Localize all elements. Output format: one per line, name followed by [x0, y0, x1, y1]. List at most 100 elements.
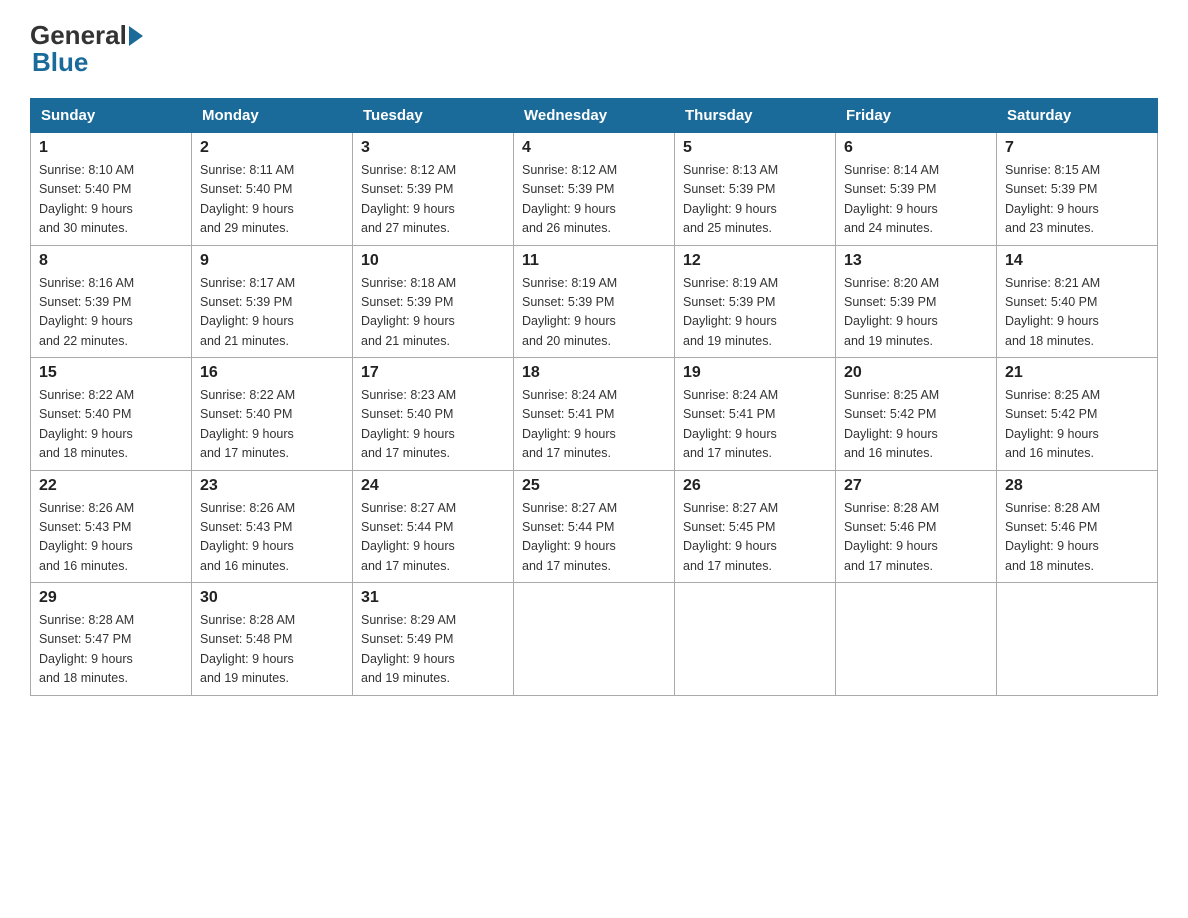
day-cell — [675, 583, 836, 696]
day-info: Sunrise: 8:24 AMSunset: 5:41 PMDaylight:… — [522, 386, 666, 464]
day-info: Sunrise: 8:28 AMSunset: 5:48 PMDaylight:… — [200, 611, 344, 689]
day-number: 19 — [683, 364, 827, 382]
day-info: Sunrise: 8:27 AMSunset: 5:44 PMDaylight:… — [522, 499, 666, 577]
day-info: Sunrise: 8:19 AMSunset: 5:39 PMDaylight:… — [683, 274, 827, 352]
day-info: Sunrise: 8:17 AMSunset: 5:39 PMDaylight:… — [200, 274, 344, 352]
day-info: Sunrise: 8:11 AMSunset: 5:40 PMDaylight:… — [200, 161, 344, 239]
week-row-3: 15 Sunrise: 8:22 AMSunset: 5:40 PMDayligh… — [31, 358, 1158, 471]
day-cell: 28Sunrise: 8:28 AMSunset: 5:46 PMDayligh… — [997, 470, 1158, 583]
day-info: Sunrise: 8:15 AMSunset: 5:39 PMDaylight:… — [1005, 161, 1149, 239]
day-info: Sunrise: 8:23 AMSunset: 5:40 PMDaylight:… — [361, 386, 505, 464]
calendar-body: 1 Sunrise: 8:10 AMSunset: 5:40 PMDaylight… — [31, 133, 1158, 696]
day-info: Sunrise: 8:22 AMSunset: 5:40 PMDaylight:… — [200, 386, 344, 464]
day-cell: 22Sunrise: 8:26 AMSunset: 5:43 PMDayligh… — [31, 470, 192, 583]
day-cell: 21 Sunrise: 8:25 AMSunset: 5:42 PMDayligh… — [997, 358, 1158, 471]
logo-arrow-icon — [129, 26, 143, 46]
day-info: Sunrise: 8:14 AMSunset: 5:39 PMDaylight:… — [844, 161, 988, 239]
day-info: Sunrise: 8:12 AMSunset: 5:39 PMDaylight:… — [522, 161, 666, 239]
day-cell — [836, 583, 997, 696]
day-info: Sunrise: 8:25 AMSunset: 5:42 PMDaylight:… — [1005, 386, 1149, 464]
day-info: Sunrise: 8:27 AMSunset: 5:45 PMDaylight:… — [683, 499, 827, 577]
day-cell: 9 Sunrise: 8:17 AMSunset: 5:39 PMDaylight… — [192, 245, 353, 358]
day-info: Sunrise: 8:28 AMSunset: 5:47 PMDaylight:… — [39, 611, 183, 689]
day-cell: 29 Sunrise: 8:28 AMSunset: 5:47 PMDayligh… — [31, 583, 192, 696]
day-cell: 20Sunrise: 8:25 AMSunset: 5:42 PMDayligh… — [836, 358, 997, 471]
day-number: 14 — [1005, 252, 1149, 270]
day-info: Sunrise: 8:24 AMSunset: 5:41 PMDaylight:… — [683, 386, 827, 464]
day-cell — [514, 583, 675, 696]
day-number: 2 — [200, 139, 344, 157]
calendar-table: SundayMondayTuesdayWednesdayThursdayFrid… — [30, 98, 1158, 696]
day-cell: 15 Sunrise: 8:22 AMSunset: 5:40 PMDayligh… — [31, 358, 192, 471]
day-number: 23 — [200, 477, 344, 495]
header-cell-saturday: Saturday — [997, 99, 1158, 133]
day-info: Sunrise: 8:26 AMSunset: 5:43 PMDaylight:… — [39, 499, 183, 577]
header-cell-tuesday: Tuesday — [353, 99, 514, 133]
day-cell: 24 Sunrise: 8:27 AMSunset: 5:44 PMDayligh… — [353, 470, 514, 583]
day-number: 7 — [1005, 139, 1149, 157]
day-number: 11 — [522, 252, 666, 270]
day-cell: 10 Sunrise: 8:18 AMSunset: 5:39 PMDayligh… — [353, 245, 514, 358]
day-cell: 26Sunrise: 8:27 AMSunset: 5:45 PMDayligh… — [675, 470, 836, 583]
day-number: 21 — [1005, 364, 1149, 382]
day-cell: 8 Sunrise: 8:16 AMSunset: 5:39 PMDaylight… — [31, 245, 192, 358]
day-cell: 7 Sunrise: 8:15 AMSunset: 5:39 PMDaylight… — [997, 133, 1158, 246]
day-number: 3 — [361, 139, 505, 157]
day-number: 1 — [39, 139, 183, 157]
day-info: Sunrise: 8:12 AMSunset: 5:39 PMDaylight:… — [361, 161, 505, 239]
day-number: 9 — [200, 252, 344, 270]
day-cell: 27Sunrise: 8:28 AMSunset: 5:46 PMDayligh… — [836, 470, 997, 583]
day-cell: 16 Sunrise: 8:22 AMSunset: 5:40 PMDayligh… — [192, 358, 353, 471]
day-number: 24 — [361, 477, 505, 495]
day-cell: 30Sunrise: 8:28 AMSunset: 5:48 PMDayligh… — [192, 583, 353, 696]
day-number: 29 — [39, 589, 183, 607]
week-row-1: 1 Sunrise: 8:10 AMSunset: 5:40 PMDaylight… — [31, 133, 1158, 246]
day-number: 18 — [522, 364, 666, 382]
day-info: Sunrise: 8:21 AMSunset: 5:40 PMDaylight:… — [1005, 274, 1149, 352]
day-cell: 4 Sunrise: 8:12 AMSunset: 5:39 PMDaylight… — [514, 133, 675, 246]
day-number: 20 — [844, 364, 988, 382]
week-row-5: 29 Sunrise: 8:28 AMSunset: 5:47 PMDayligh… — [31, 583, 1158, 696]
day-cell: 19 Sunrise: 8:24 AMSunset: 5:41 PMDayligh… — [675, 358, 836, 471]
calendar-header: SundayMondayTuesdayWednesdayThursdayFrid… — [31, 99, 1158, 133]
day-info: Sunrise: 8:29 AMSunset: 5:49 PMDaylight:… — [361, 611, 505, 689]
day-cell: 12 Sunrise: 8:19 AMSunset: 5:39 PMDayligh… — [675, 245, 836, 358]
week-row-2: 8 Sunrise: 8:16 AMSunset: 5:39 PMDaylight… — [31, 245, 1158, 358]
day-number: 10 — [361, 252, 505, 270]
day-cell: 14 Sunrise: 8:21 AMSunset: 5:40 PMDayligh… — [997, 245, 1158, 358]
header-cell-friday: Friday — [836, 99, 997, 133]
day-info: Sunrise: 8:18 AMSunset: 5:39 PMDaylight:… — [361, 274, 505, 352]
day-number: 25 — [522, 477, 666, 495]
day-info: Sunrise: 8:16 AMSunset: 5:39 PMDaylight:… — [39, 274, 183, 352]
header-cell-thursday: Thursday — [675, 99, 836, 133]
day-info: Sunrise: 8:26 AMSunset: 5:43 PMDaylight:… — [200, 499, 344, 577]
day-cell: 2 Sunrise: 8:11 AMSunset: 5:40 PMDaylight… — [192, 133, 353, 246]
day-info: Sunrise: 8:28 AMSunset: 5:46 PMDaylight:… — [1005, 499, 1149, 577]
header-cell-monday: Monday — [192, 99, 353, 133]
header-cell-wednesday: Wednesday — [514, 99, 675, 133]
day-cell — [997, 583, 1158, 696]
day-info: Sunrise: 8:10 AMSunset: 5:40 PMDaylight:… — [39, 161, 183, 239]
day-number: 12 — [683, 252, 827, 270]
day-number: 4 — [522, 139, 666, 157]
day-number: 8 — [39, 252, 183, 270]
week-row-4: 22Sunrise: 8:26 AMSunset: 5:43 PMDayligh… — [31, 470, 1158, 583]
day-cell: 23 Sunrise: 8:26 AMSunset: 5:43 PMDayligh… — [192, 470, 353, 583]
day-info: Sunrise: 8:28 AMSunset: 5:46 PMDaylight:… — [844, 499, 988, 577]
day-cell: 13Sunrise: 8:20 AMSunset: 5:39 PMDayligh… — [836, 245, 997, 358]
day-cell: 11Sunrise: 8:19 AMSunset: 5:39 PMDayligh… — [514, 245, 675, 358]
page-header: General Blue — [30, 20, 1158, 78]
header-row: SundayMondayTuesdayWednesdayThursdayFrid… — [31, 99, 1158, 133]
day-number: 17 — [361, 364, 505, 382]
day-cell: 3 Sunrise: 8:12 AMSunset: 5:39 PMDaylight… — [353, 133, 514, 246]
logo-blue-text: Blue — [32, 47, 88, 77]
day-info: Sunrise: 8:27 AMSunset: 5:44 PMDaylight:… — [361, 499, 505, 577]
day-cell: 1 Sunrise: 8:10 AMSunset: 5:40 PMDaylight… — [31, 133, 192, 246]
day-cell: 6Sunrise: 8:14 AMSunset: 5:39 PMDaylight… — [836, 133, 997, 246]
day-number: 15 — [39, 364, 183, 382]
day-cell: 31 Sunrise: 8:29 AMSunset: 5:49 PMDayligh… — [353, 583, 514, 696]
day-number: 31 — [361, 589, 505, 607]
day-info: Sunrise: 8:22 AMSunset: 5:40 PMDaylight:… — [39, 386, 183, 464]
logo: General Blue — [30, 20, 145, 78]
day-number: 16 — [200, 364, 344, 382]
